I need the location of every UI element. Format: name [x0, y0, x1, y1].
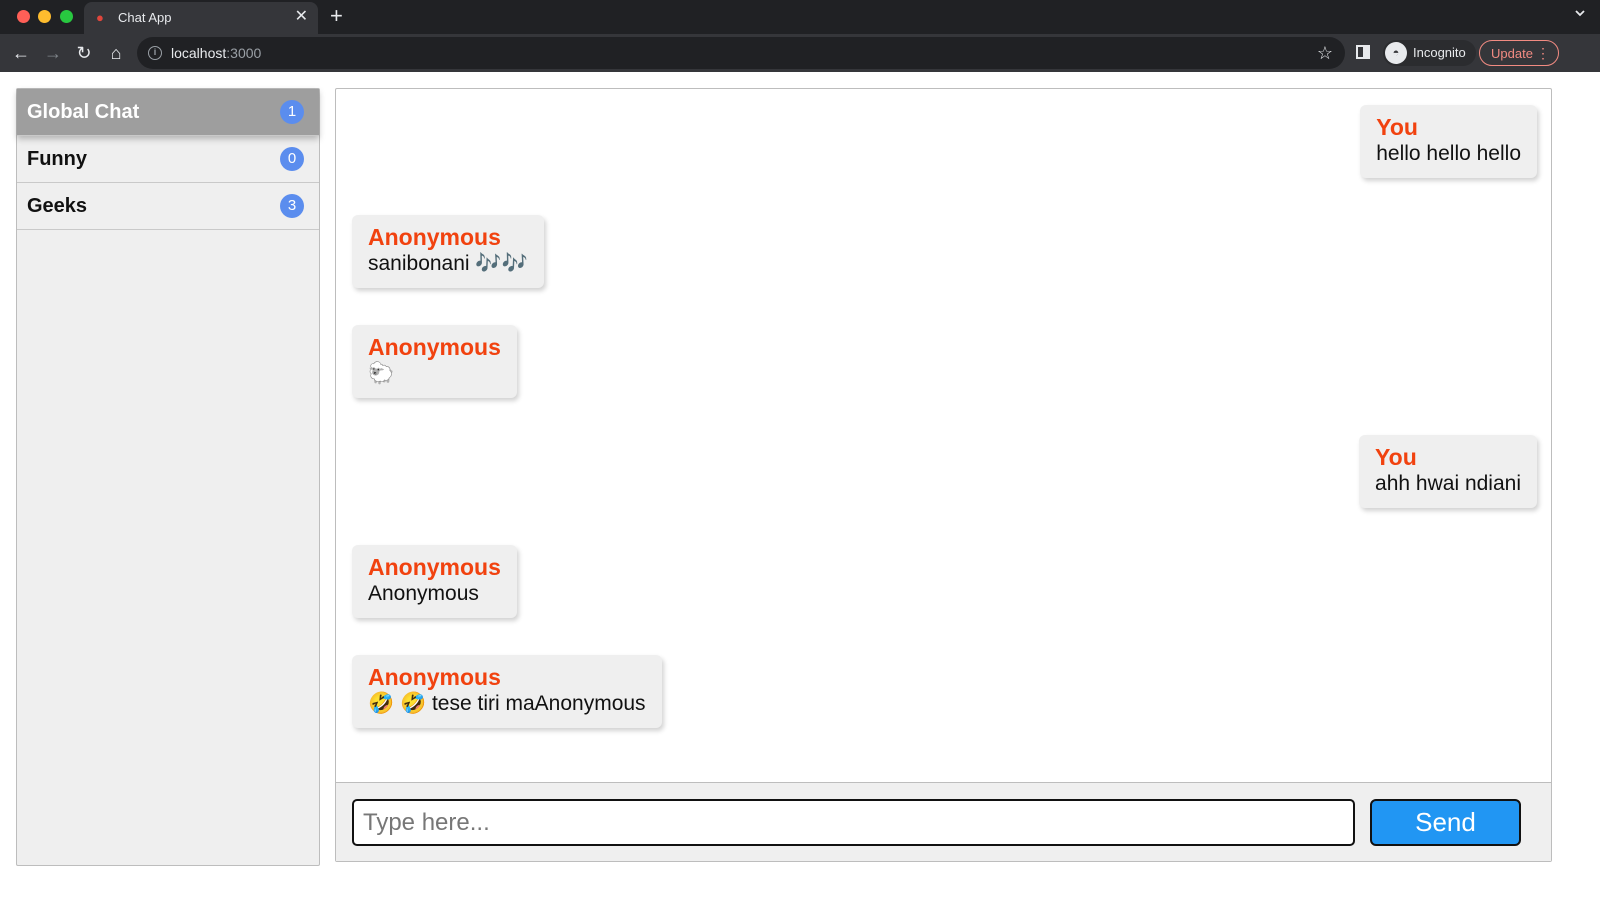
browser-tab-bar: ● Chat App ✕ + — [0, 0, 1600, 34]
incognito-icon: ◓ — [1385, 42, 1407, 64]
message-bubble: Anonymous Anonymous — [352, 545, 517, 618]
room-sidebar: Global Chat 1 Funny 0 Geeks 3 — [16, 88, 320, 866]
message-author: Anonymous — [368, 224, 501, 250]
close-window-button[interactable] — [17, 10, 30, 23]
new-tab-button[interactable]: + — [330, 5, 343, 27]
message-author: Anonymous — [368, 664, 501, 690]
room-item-geeks[interactable]: Geeks 3 — [17, 183, 319, 230]
room-name: Geeks — [27, 195, 88, 217]
room-name: Global Chat — [27, 101, 140, 123]
message-text: 🐑 — [368, 362, 395, 385]
message-composer: Send — [336, 782, 1551, 861]
tab-title: Chat App — [118, 10, 172, 25]
close-tab-icon[interactable]: ✕ — [295, 8, 308, 26]
message-author: You — [1376, 114, 1418, 140]
maximize-window-button[interactable] — [60, 10, 73, 23]
message-text: Anonymous — [368, 582, 479, 605]
browser-toolbar: ← → ↻ ⌂ i localhost:3000 ☆ ◓ Incognito U… — [0, 34, 1600, 72]
forward-arrow-icon[interactable]: → — [40, 40, 66, 66]
message-author: Anonymous — [368, 554, 501, 580]
reload-icon[interactable]: ↻ — [71, 40, 97, 66]
message-list: You hello hello hello Anonymous sanibona… — [336, 89, 1551, 782]
incognito-indicator[interactable]: ◓ Incognito — [1383, 40, 1476, 66]
message-bubble: Anonymous 🐑 — [352, 325, 517, 398]
url-text: localhost:3000 — [171, 45, 262, 61]
room-item-funny[interactable]: Funny 0 — [17, 136, 319, 183]
unread-count-badge: 0 — [280, 147, 304, 171]
more-vert-icon[interactable]: ⋮ — [1536, 44, 1550, 62]
bookmark-star-icon[interactable]: ☆ — [1317, 42, 1333, 64]
message-input[interactable] — [352, 799, 1355, 846]
message-author: You — [1375, 444, 1417, 470]
unread-count-badge: 1 — [280, 100, 304, 124]
message-bubble: You ahh hwai ndiani — [1359, 435, 1537, 508]
update-label: Update — [1491, 46, 1533, 61]
side-panel-icon[interactable] — [1356, 45, 1370, 59]
message-bubble: Anonymous 🤣 🤣 tese tiri maAnonymous — [352, 655, 662, 728]
send-button[interactable]: Send — [1370, 799, 1521, 846]
chat-panel: You hello hello hello Anonymous sanibona… — [335, 88, 1552, 862]
message-text: ahh hwai ndiani — [1375, 472, 1521, 495]
message-author: Anonymous — [368, 334, 501, 360]
apple-icon: ● — [96, 10, 104, 25]
room-name: Funny — [27, 148, 87, 170]
back-arrow-icon[interactable]: ← — [8, 40, 34, 66]
home-icon[interactable]: ⌂ — [103, 40, 129, 66]
update-button[interactable]: Update ⋮ — [1479, 40, 1559, 66]
minimize-window-button[interactable] — [38, 10, 51, 23]
address-bar[interactable]: i localhost:3000 ☆ — [137, 37, 1345, 69]
incognito-label: Incognito — [1413, 45, 1466, 60]
message-text: 🤣 🤣 tese tiri maAnonymous — [368, 692, 646, 715]
message-text: sanibonani 🎶🎶 — [368, 252, 528, 275]
info-icon[interactable]: i — [148, 46, 162, 60]
message-bubble: Anonymous sanibonani 🎶🎶 — [352, 215, 544, 288]
message-bubble: You hello hello hello — [1360, 105, 1537, 178]
chevron-down-icon[interactable] — [1574, 7, 1586, 19]
browser-tab[interactable]: ● Chat App ✕ — [84, 2, 318, 34]
room-item-global-chat[interactable]: Global Chat 1 — [17, 89, 319, 136]
message-text: hello hello hello — [1376, 142, 1521, 165]
unread-count-badge: 3 — [280, 194, 304, 218]
